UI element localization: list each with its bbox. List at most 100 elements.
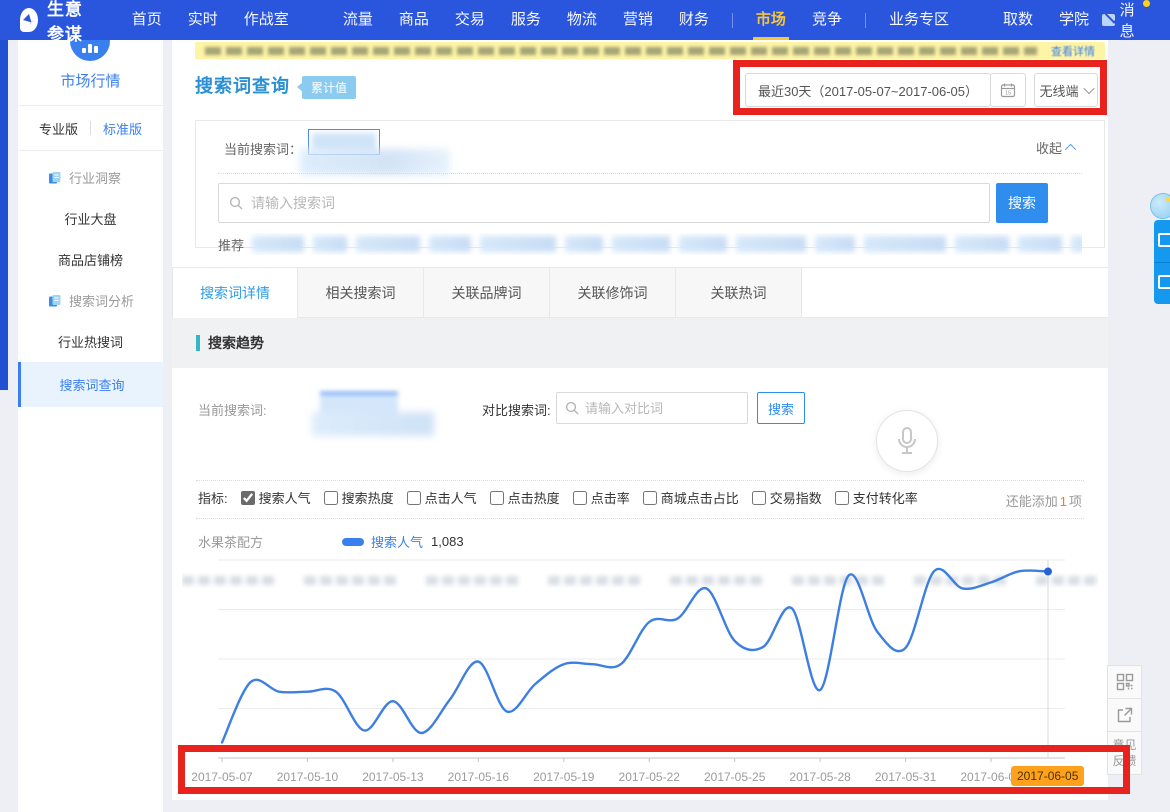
tab-2[interactable]: 关联品牌词 [424,268,550,317]
trend-line-chart[interactable] [218,556,1065,762]
nav-item-4[interactable]: 商品 [386,0,442,40]
checkbox[interactable] [407,491,421,505]
share-icon [1116,706,1134,724]
checkbox[interactable] [752,491,766,505]
blurred-tag [864,236,946,252]
nav-item-0[interactable]: 首页 [119,0,175,40]
compass-logo-icon [20,8,38,32]
trend-current-label: 当前搜索词: [198,400,267,419]
nav-item-13[interactable]: 取数 [990,0,1046,40]
assistant-mascot[interactable] [1150,193,1170,219]
metric-checkbox-1[interactable]: 搜索热度 [324,488,394,507]
tab-0[interactable]: 搜索词详情 [172,268,298,317]
search-button[interactable]: 搜索 [996,183,1048,223]
nav-item-14[interactable]: 学院 [1046,0,1102,40]
page-title: 搜索词查询 [195,72,290,98]
metrics-label: 指标: [198,488,228,507]
export-button[interactable] [1107,698,1142,732]
sidebar-item-2[interactable]: 商品店铺榜 [18,239,163,280]
blurred-current-term-shadow [312,412,434,436]
divider [90,121,91,135]
service-dock[interactable] [1154,220,1170,304]
compare-search-button[interactable]: 搜索 [757,392,805,424]
sidebar-item-5[interactable]: 搜索词查询 [18,362,163,407]
checkbox[interactable] [490,491,504,505]
legend-metric: 搜索人气 [371,532,423,551]
blurred-tag [356,236,420,252]
divider [1154,262,1170,263]
sidebar-menu: 行业洞察行业大盘商品店铺榜搜索词分析行业热搜词搜索词查询 [18,151,163,407]
screen: 生意参谋 首页实时作战室流量商品交易服务物流营销财务市场竞争业务专区取数学院 消… [0,0,1170,812]
detail-tabs: 搜索词详情相关搜索词关联品牌词关联修饰词关联热词 [172,267,1108,318]
metric-checkbox-6[interactable]: 交易指数 [752,488,822,507]
nav-item-1[interactable]: 实时 [175,0,231,40]
voice-assistant-button[interactable] [876,410,938,472]
notification-dot [1143,0,1150,7]
quota-hint: 还能添加1项 [1006,491,1082,510]
nav-item-8[interactable]: 营销 [610,0,666,40]
top-navbar: 生意参谋 首页实时作战室流量商品交易服务物流营销财务市场竞争业务专区取数学院 消… [0,0,1170,40]
recommend-label: 推荐 [218,235,244,254]
blurred-tag [480,236,556,252]
metric-checkbox-7[interactable]: 支付转化率 [835,488,918,507]
blurred-tag [313,236,347,252]
legend-value: 1,083 [431,534,464,549]
nav-item-6[interactable]: 服务 [498,0,554,40]
checkbox[interactable] [835,491,849,505]
metrics-row: 指标: 搜索人气搜索热度点击人气点击热度点击率商城点击占比交易指数支付转化率 [198,488,918,507]
tabs-filler [802,268,1108,317]
collapse-toggle[interactable]: 收起 [1036,138,1076,157]
metric-checkbox-4[interactable]: 点击率 [573,488,630,507]
blurred-tag [429,236,471,252]
nav-item-11[interactable]: 竞争 [799,0,855,40]
blurred-tag [1071,236,1082,252]
compare-label: 对比搜索词: [482,400,551,419]
divider [196,518,1084,519]
blurred-recommend-tags [252,236,1082,252]
nav-item-2[interactable]: 作战室 [231,0,302,40]
metric-checkbox-2[interactable]: 点击人气 [407,488,477,507]
metric-checkbox-0[interactable]: 搜索人气 [241,488,311,507]
checkbox[interactable] [573,491,587,505]
checkbox[interactable] [643,491,657,505]
tab-1[interactable]: 相关搜索词 [298,268,424,317]
metric-checkbox-3[interactable]: 点击热度 [490,488,560,507]
cumulative-badge: 累计值 [302,76,356,99]
section-accent-bar [196,335,200,351]
nav-item-10[interactable]: 市场 [743,0,799,40]
nav-divider [732,13,733,28]
legend-marker[interactable] [342,538,364,546]
collapse-label: 收起 [1036,138,1062,157]
compare-input[interactable] [585,401,715,416]
search-input[interactable] [251,195,979,211]
nav-item-5[interactable]: 交易 [442,0,498,40]
sidebar-item-1[interactable]: 行业大盘 [18,198,163,239]
doc-icon [48,171,62,185]
nav-item-7[interactable]: 物流 [554,0,610,40]
nav-item-12[interactable]: 业务专区 [876,0,962,40]
app-logo[interactable]: 生意参谋 [0,0,119,45]
sidebar-item-4[interactable]: 行业热搜词 [18,321,163,362]
version-tab-0[interactable]: 专业版 [39,119,78,138]
notice-link[interactable]: 查看详情 [1051,43,1095,59]
blurred-tag [955,236,1009,252]
qr-code-button[interactable] [1107,665,1142,699]
blurred-tag [565,236,603,252]
blurred-tag [815,236,855,252]
metric-checkbox-5[interactable]: 商城点击占比 [643,488,739,507]
checkbox[interactable] [324,491,338,505]
tab-3[interactable]: 关联修饰词 [550,268,676,317]
nav-item-9[interactable]: 财务 [666,0,722,40]
current-term-label: 当前搜索词： [224,139,302,158]
messages-link[interactable]: 消息 [1102,0,1142,41]
mic-icon [894,426,920,456]
divider [218,173,1082,174]
checkbox[interactable] [241,491,255,505]
version-tab-1[interactable]: 标准版 [103,119,142,138]
tab-4[interactable]: 关联热词 [676,268,802,317]
qr-code-icon [1116,673,1134,691]
nav-item-3[interactable]: 流量 [330,0,386,40]
sidebar-section-0: 行业洞察 [18,157,163,198]
recommend-row: 推荐 [218,233,1082,255]
section-title: 搜索趋势 [208,333,264,353]
